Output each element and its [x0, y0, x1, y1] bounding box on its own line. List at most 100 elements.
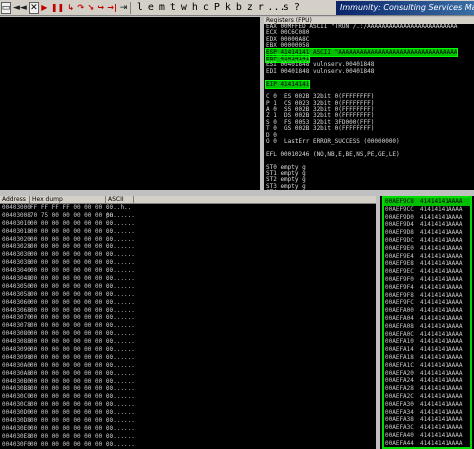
- dump-row[interactable]: 00403028 00 00 00 00 00 00 00 00........: [0, 243, 376, 251]
- step-into-icon[interactable]: ↳: [66, 2, 75, 14]
- stack-row[interactable]: 00AEF9D0 41414141 AAAA: [384, 214, 470, 222]
- dump-row[interactable]: 00403020 00 00 00 00 00 00 00 00........: [0, 236, 376, 244]
- stack-pane[interactable]: 00AEF9C8 41414141 AAAA 00AEF9CC 41414141 AAAA…: [380, 196, 474, 449]
- dump-row[interactable]: 004030C0 00 00 00 00 00 00 00 00........: [0, 393, 376, 401]
- dump-row[interactable]: 00403068 00 00 00 00 00 00 00 00........: [0, 307, 376, 315]
- stack-row[interactable]: 00AEF9F4 41414141 AAAA: [384, 284, 470, 292]
- stack-row[interactable]: 00AEFA14 41414141 AAAA: [384, 346, 470, 354]
- rewind-icon[interactable]: ◄◄: [12, 2, 28, 14]
- stack-row[interactable]: 00AEFA0C 41414141 AAAA: [384, 331, 470, 339]
- stack-row[interactable]: 00AEF9F0 41414141 AAAA: [384, 276, 470, 284]
- stack-row[interactable]: 00AEFA00 41414141 AAAA: [384, 307, 470, 315]
- stack-row[interactable]: 00AEF9CC 41414141 AAAA: [384, 206, 470, 214]
- st-val-cell: 41414141: [420, 291, 449, 299]
- dump-row[interactable]: 004030B8 00 00 00 00 00 00 00 00........: [0, 385, 376, 393]
- dump-row[interactable]: 004030D0 00 00 00 00 00 00 00 00........: [0, 409, 376, 417]
- stack-row[interactable]: 00AEFA40 41414141 AAAA: [384, 432, 470, 440]
- dump-header-address[interactable]: Address: [0, 196, 30, 203]
- trace-over-icon[interactable]: ↪: [96, 2, 105, 14]
- toolbar-letter-t[interactable]: t: [168, 2, 177, 13]
- stack-row[interactable]: 00AEF9F8 41414141 AAAA: [384, 292, 470, 300]
- toolbar-letter-k[interactable]: k: [223, 2, 232, 13]
- toolbar-letter-z[interactable]: z: [245, 2, 254, 13]
- stack-row[interactable]: 00AEFA28 41414141 AAAA: [384, 385, 470, 393]
- dump-row[interactable]: 00403050 00 00 00 00 00 00 00 00........: [0, 283, 376, 291]
- dump-row[interactable]: 00403038 00 00 00 00 00 00 00 00........: [0, 259, 376, 267]
- dump-row[interactable]: 00403088 00 00 00 00 00 00 00 00........: [0, 338, 376, 346]
- dump-row[interactable]: 00403018 00 00 00 00 00 00 00 00........: [0, 228, 376, 236]
- step-over-icon[interactable]: ↷: [76, 2, 85, 14]
- play-icon[interactable]: ▶: [40, 2, 49, 14]
- dump-header-ascii[interactable]: ASCII: [106, 196, 134, 203]
- stack-row[interactable]: 00AEFA04 41414141 AAAA: [384, 315, 470, 323]
- dump-row[interactable]: 004030F0 00 00 00 00 00 00 00 00........: [0, 441, 376, 449]
- dump-row[interactable]: 00403080 00 00 00 00 00 00 00 00........: [0, 330, 376, 338]
- stack-row[interactable]: 00AEFA2C 41414141 AAAA: [384, 393, 470, 401]
- stack-row[interactable]: 00AEF9DC 41414141 AAAA: [384, 237, 470, 245]
- dump-row[interactable]: 00403060 00 00 00 00 00 00 00 00........: [0, 299, 376, 307]
- stack-row[interactable]: 00AEF9E0 41414141 AAAA: [384, 245, 470, 253]
- toolbar-letter-s[interactable]: s: [281, 2, 290, 13]
- toolbar-letter-more[interactable]: ...: [267, 2, 285, 13]
- dump-row[interactable]: 004030C8 00 00 00 00 00 00 00 00........: [0, 401, 376, 409]
- pause-icon[interactable]: ❚❚: [50, 2, 65, 14]
- toolbar-letter-l[interactable]: l: [135, 2, 144, 13]
- dump-row[interactable]: 004030E0 00 00 00 00 00 00 00 00........: [0, 425, 376, 433]
- toolbar-letter-r[interactable]: r: [256, 2, 265, 13]
- stack-row[interactable]: 00AEFA34 41414141 AAAA: [384, 409, 470, 417]
- dump-row[interactable]: 004030A8 00 00 00 00 00 00 00 00........: [0, 370, 376, 378]
- close-icon[interactable]: ✕: [28, 1, 39, 14]
- stack-row[interactable]: 00AEFA3C 41414141 AAAA: [384, 424, 470, 432]
- dump-hex-cell: 00 00 00 00 00 00 00 00: [30, 385, 114, 393]
- goto-icon[interactable]: ⇥: [119, 2, 129, 14]
- execute-till-return-icon[interactable]: →|: [106, 2, 118, 14]
- dump-row[interactable]: 004030A0 00 00 00 00 00 00 00 00........: [0, 362, 376, 370]
- stack-row[interactable]: 00AEF9FC 41414141 AAAA: [384, 299, 470, 307]
- stack-row[interactable]: 00AEFA38 41414141 AAAA: [384, 416, 470, 424]
- stack-row[interactable]: 00AEF9EC 41414141 AAAA: [384, 268, 470, 276]
- hex-dump-pane[interactable]: Address Hex dump ASCII 00403000 FF FF FF …: [0, 196, 378, 449]
- dump-row[interactable]: 00403040 00 00 00 00 00 00 00 00........: [0, 267, 376, 275]
- toolbar-letter-b[interactable]: b: [234, 2, 243, 13]
- dump-row[interactable]: 004030B0 00 00 00 00 00 00 00 00........: [0, 378, 376, 386]
- dump-row[interactable]: 00403070 00 00 00 00 00 00 00 00........: [0, 314, 376, 322]
- stack-row[interactable]: 00AEFA18 41414141 AAAA: [384, 354, 470, 362]
- dump-row[interactable]: 00403078 00 00 00 00 00 00 00 00........: [0, 322, 376, 330]
- registers-pane[interactable]: Registers (FPU) EAX 00MFFED ASCII "TRUN …: [264, 17, 474, 190]
- cpu-disassembly-pane[interactable]: [0, 17, 262, 190]
- stack-row[interactable]: 00AEFA44 41414141 AAAA: [384, 440, 470, 448]
- dump-row[interactable]: 00403058 00 00 00 00 00 00 00 00........: [0, 291, 376, 299]
- dump-row[interactable]: 004030D8 00 00 00 00 00 00 00 00........: [0, 417, 376, 425]
- stack-row[interactable]: 00AEF9E4 41414141 AAAA: [384, 253, 470, 261]
- toolbar-letter-m[interactable]: m: [157, 2, 166, 13]
- toolbar-letter-P[interactable]: P: [212, 2, 221, 13]
- dump-asc-cell: ........: [106, 393, 135, 401]
- dump-row[interactable]: 00403000 FF FF FF FF 00 00 00 00 ....h..: [0, 204, 376, 212]
- dump-row[interactable]: 00403030 00 00 00 00 00 00 00 00........: [0, 251, 376, 259]
- stack-row[interactable]: 00AEFA30 41414141 AAAA: [384, 401, 470, 409]
- stack-row[interactable]: 00AEFA08 41414141 AAAA: [384, 323, 470, 331]
- trace-into-icon[interactable]: ↘: [86, 2, 95, 14]
- stack-row[interactable]: 00AEF9C8 41414141 AAAA: [384, 198, 470, 206]
- toolbar-letter-w[interactable]: w: [179, 2, 188, 13]
- stack-row[interactable]: 00AEF9E8 41414141 AAAA: [384, 260, 470, 268]
- dump-row[interactable]: 00403090 00 00 00 00 00 00 00 00........: [0, 346, 376, 354]
- dump-row[interactable]: 00403048 00 00 00 00 00 00 00 00........: [0, 275, 376, 283]
- toolbar-letter-help[interactable]: ?: [292, 2, 301, 13]
- open-file-icon[interactable]: ▭: [1, 1, 11, 14]
- stack-row[interactable]: 00AEFA20 41414141 AAAA: [384, 370, 470, 378]
- dump-row[interactable]: 00403098 00 00 00 00 00 00 00 00........: [0, 354, 376, 362]
- dump-header-hex[interactable]: Hex dump: [30, 196, 106, 203]
- dump-row[interactable]: 00403010 00 00 00 00 00 00 00 00........: [0, 220, 376, 228]
- dump-row[interactable]: 00403008 70 75 00 00 00 00 00 00 pu......: [0, 212, 376, 220]
- dump-row[interactable]: 004030E8 00 00 00 00 00 00 00 00........: [0, 433, 376, 441]
- toolbar-letter-h[interactable]: h: [190, 2, 199, 13]
- toolbar-letter-e[interactable]: e: [146, 2, 155, 13]
- stack-row[interactable]: 00AEFA1C 41414141 AAAA: [384, 362, 470, 370]
- stack-row[interactable]: 00AEFA10 41414141 AAAA: [384, 338, 470, 346]
- stack-row[interactable]: 00AEF9D4 41414141 AAAA: [384, 221, 470, 229]
- stack-row[interactable]: 00AEFA24 41414141 AAAA: [384, 377, 470, 385]
- toolbar-letter-c[interactable]: c: [201, 2, 210, 13]
- stack-row[interactable]: 00AEF9D8 41414141 AAAA: [384, 229, 470, 237]
- st-val-cell: 41414141: [420, 260, 449, 268]
